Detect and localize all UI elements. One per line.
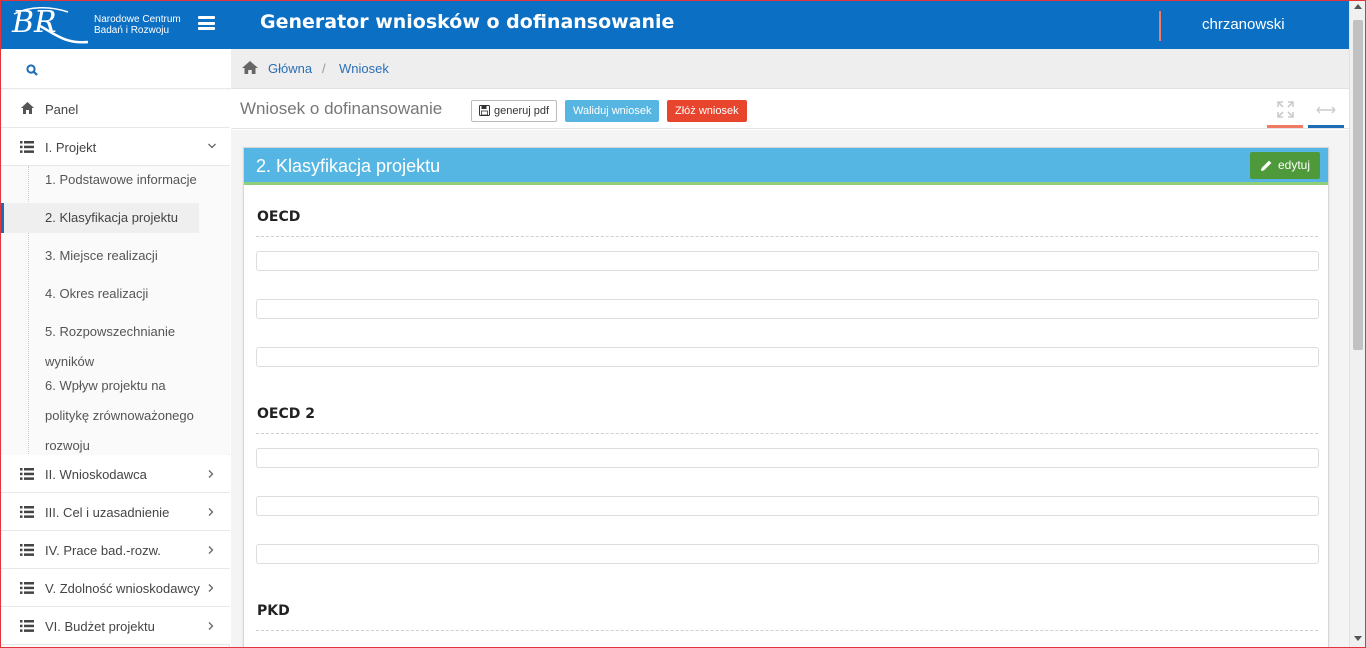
generate-pdf-label: generuj pdf [494,105,550,117]
app-title: Generator wniosków o dofinansowanie [260,11,675,33]
page-title: Wniosek o dofinansowanie [240,99,443,118]
section-label-pkd: PKD [257,603,290,619]
submenu-item-wplyw-projektu-cont[interactable]: politykę zrównoważonego [45,401,215,431]
list-icon [20,620,34,632]
chevron-right-icon [208,546,214,554]
sidebar-item-label: II. Wnioskodawca [45,467,147,482]
logo-line-1: Narodowe Centrum [94,14,181,25]
main-content: 2. Klasyfikacja projektu edytuj OECD OEC… [231,130,1349,648]
search-icon[interactable] [26,64,38,76]
validate-button[interactable]: Waliduj wniosek [565,100,660,122]
arrows-horizontal-icon [1316,106,1336,114]
sidebar-item-label: V. Zdolność wnioskodawcy [45,581,200,596]
pencil-icon [1261,160,1272,171]
sidebar-item-label: VI. Budżet projektu [45,619,155,634]
oecd2-field-1[interactable] [256,448,1319,468]
projekt-submenu: 1. Podstawowe informacje 2. Klasyfikacja… [0,166,230,454]
submenu-item-label: 2. Klasyfikacja projektu [45,210,178,225]
chevron-right-icon [208,622,214,630]
sidebar-item-wnioskodawca[interactable]: II. Wnioskodawca [0,455,230,493]
oecd2-field-3[interactable] [256,544,1319,564]
submenu-item-miejsce-realizacji[interactable]: 3. Miejsce realizacji [45,241,215,271]
vertical-scrollbar[interactable] [1349,0,1366,648]
svg-text:BR: BR [11,5,57,40]
generate-pdf-button[interactable]: generuj pdf [471,100,558,122]
panel-title: 2. Klasyfikacja projektu [256,156,441,176]
oecd2-field-2[interactable] [256,496,1319,516]
top-bar: BR Narodowe Centrum Badań i Rozwoju Gene… [0,0,1366,49]
submenu-item-podstawowe-informacje[interactable]: 1. Podstawowe informacje [45,165,215,195]
section-divider [256,433,1318,434]
sidebar-item-label: Panel [45,102,79,117]
section-divider [256,236,1318,237]
fullscreen-tool[interactable] [1267,98,1303,128]
sidebar-item-label: I. Projekt [45,140,97,155]
oecd-field-2[interactable] [256,299,1319,319]
home-icon [21,102,34,114]
save-icon [479,105,490,116]
breadcrumb-current[interactable]: Wniosek [339,61,389,76]
sidebar-item-prace-bad-rozw[interactable]: IV. Prace bad.-rozw. [0,531,230,569]
sidebar-item-panel[interactable]: Panel [0,90,230,128]
scroll-up-icon[interactable] [1354,4,1362,9]
section-label-oecd-2: OECD 2 [257,406,315,422]
sidebar-item-label: IV. Prace bad.-rozw. [45,543,161,558]
chevron-right-icon [208,584,214,592]
list-icon [20,544,34,556]
sidebar-item-cel-i-uzasadnienie[interactable]: III. Cel i uzasadnienie [0,493,230,531]
chevron-down-icon [208,143,216,149]
panel-header: 2. Klasyfikacja projektu edytuj [244,148,1328,185]
breadcrumb: Główna / Wniosek [231,49,1349,89]
edit-button[interactable]: edytuj [1250,152,1321,179]
chevron-right-icon [208,508,214,516]
breadcrumb-separator: / [322,61,326,76]
width-toggle-indicator [1308,125,1344,128]
submit-button[interactable]: Złóż wniosek [667,100,747,122]
list-icon [20,141,34,153]
submenu-item-okres-realizacji[interactable]: 4. Okres realizacji [45,279,215,309]
logo[interactable]: BR Narodowe Centrum Badań i Rozwoju [0,0,230,49]
list-icon [20,506,34,518]
sidebar-item-budzet-projektu[interactable]: VI. Budżet projektu [0,607,230,645]
logo-text: Narodowe Centrum Badań i Rozwoju [94,14,181,36]
page-header: Wniosek o dofinansowanie generuj pdf Wal… [231,90,1349,129]
scroll-down-icon[interactable] [1354,636,1362,641]
ncbr-logo-icon: BR [11,5,89,44]
classification-panel: 2. Klasyfikacja projektu edytuj OECD OEC… [243,147,1329,648]
submenu-item-klasyfikacja-projektu[interactable]: 2. Klasyfikacja projektu [0,203,199,233]
sidebar-search[interactable] [0,49,230,89]
fullscreen-tool-indicator [1267,125,1303,128]
sidebar: Panel I. Projekt 1. Podstawowe informacj… [0,49,230,648]
sidebar-item-label: III. Cel i uzasadnienie [45,505,170,520]
list-icon [20,582,34,594]
sidebar-item-zdolnosc-wnioskodawcy[interactable]: V. Zdolność wnioskodawcy [0,569,230,607]
sidebar-item-projekt[interactable]: I. Projekt [0,128,230,166]
username[interactable]: chrzanowski [1202,16,1285,33]
chevron-right-icon [208,470,214,478]
section-label-oecd: OECD [257,209,301,225]
oecd-field-1[interactable] [256,251,1319,271]
submenu-item-rozpowszechnianie[interactable]: 5. Rozpowszechnianie [45,317,215,347]
list-icon [20,468,34,480]
home-icon[interactable] [241,60,259,75]
breadcrumb-home-link[interactable]: Główna [268,61,312,76]
section-divider [256,630,1318,631]
expand-icon [1277,101,1294,118]
logo-line-2: Badań i Rozwoju [94,25,170,36]
scroll-thumb[interactable] [1353,20,1363,350]
width-toggle-tool[interactable] [1308,98,1344,128]
oecd-field-3[interactable] [256,347,1319,367]
edit-label: edytuj [1278,158,1311,172]
user-separator [1159,11,1161,41]
menu-toggle-icon[interactable] [198,16,215,30]
submenu-item-wplyw-projektu[interactable]: 6. Wpływ projektu na [45,371,215,401]
